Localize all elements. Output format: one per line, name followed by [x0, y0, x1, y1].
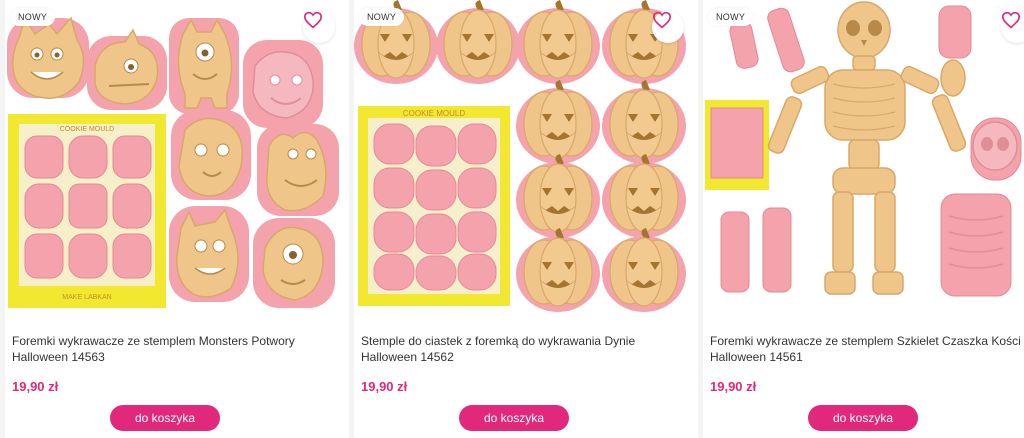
product-price: 19,90 zł — [12, 379, 59, 394]
product-price: 19,90 zł — [710, 379, 757, 394]
product-card[interactable]: NOWY Foremki wykrawacze ze stemplem Szki… — [703, 0, 1024, 438]
add-to-favorites-button[interactable] — [303, 11, 335, 43]
pumpkin-cookie-stamps-illustration: COOKIE MOULD — [354, 0, 686, 312]
product-card[interactable]: COOKIE MOULD MAKE LABKAN NOWY Foremki wy… — [5, 0, 349, 438]
heart-outline-icon — [1001, 11, 1021, 29]
product-grid: COOKIE MOULD MAKE LABKAN NOWY Foremki wy… — [0, 0, 1024, 438]
heart-outline-icon — [303, 11, 323, 29]
package-label-top: COOKIE MOULD — [403, 109, 465, 118]
add-to-cart-button[interactable]: do koszyka — [110, 405, 220, 431]
product-card[interactable]: COOKIE MOULD NOWY Stemple do ciastek z f… — [354, 0, 698, 438]
new-badge: NOWY — [708, 8, 754, 26]
package-label-bottom: MAKE LABKAN — [62, 294, 111, 301]
product-title[interactable]: Foremki wykrawacze ze stemplem Szkielet … — [710, 333, 1024, 365]
product-image-pumpkins[interactable]: COOKIE MOULD NOWY — [354, 0, 698, 313]
package-label-top: COOKIE MOULD — [60, 126, 114, 133]
skeleton-cookie-cutters-illustration — [705, 1, 1022, 297]
add-to-favorites-button[interactable] — [652, 11, 684, 43]
new-badge: NOWY — [359, 8, 405, 26]
heart-outline-icon — [652, 11, 672, 29]
add-to-cart-button[interactable]: do koszyka — [459, 405, 569, 431]
product-title[interactable]: Foremki wykrawacze ze stemplem Monsters … — [12, 333, 342, 365]
new-badge: NOWY — [10, 8, 56, 26]
monsters-cookie-cutters-illustration: COOKIE MOULD MAKE LABKAN — [7, 16, 339, 308]
product-price: 19,90 zł — [361, 379, 408, 394]
product-image-skeleton[interactable]: NOWY — [703, 0, 1024, 313]
add-to-cart-button[interactable]: do koszyka — [808, 405, 918, 431]
product-image-monsters[interactable]: COOKIE MOULD MAKE LABKAN NOWY — [5, 0, 349, 313]
product-title[interactable]: Stemple do ciastek z foremką do wykrawan… — [361, 333, 691, 365]
